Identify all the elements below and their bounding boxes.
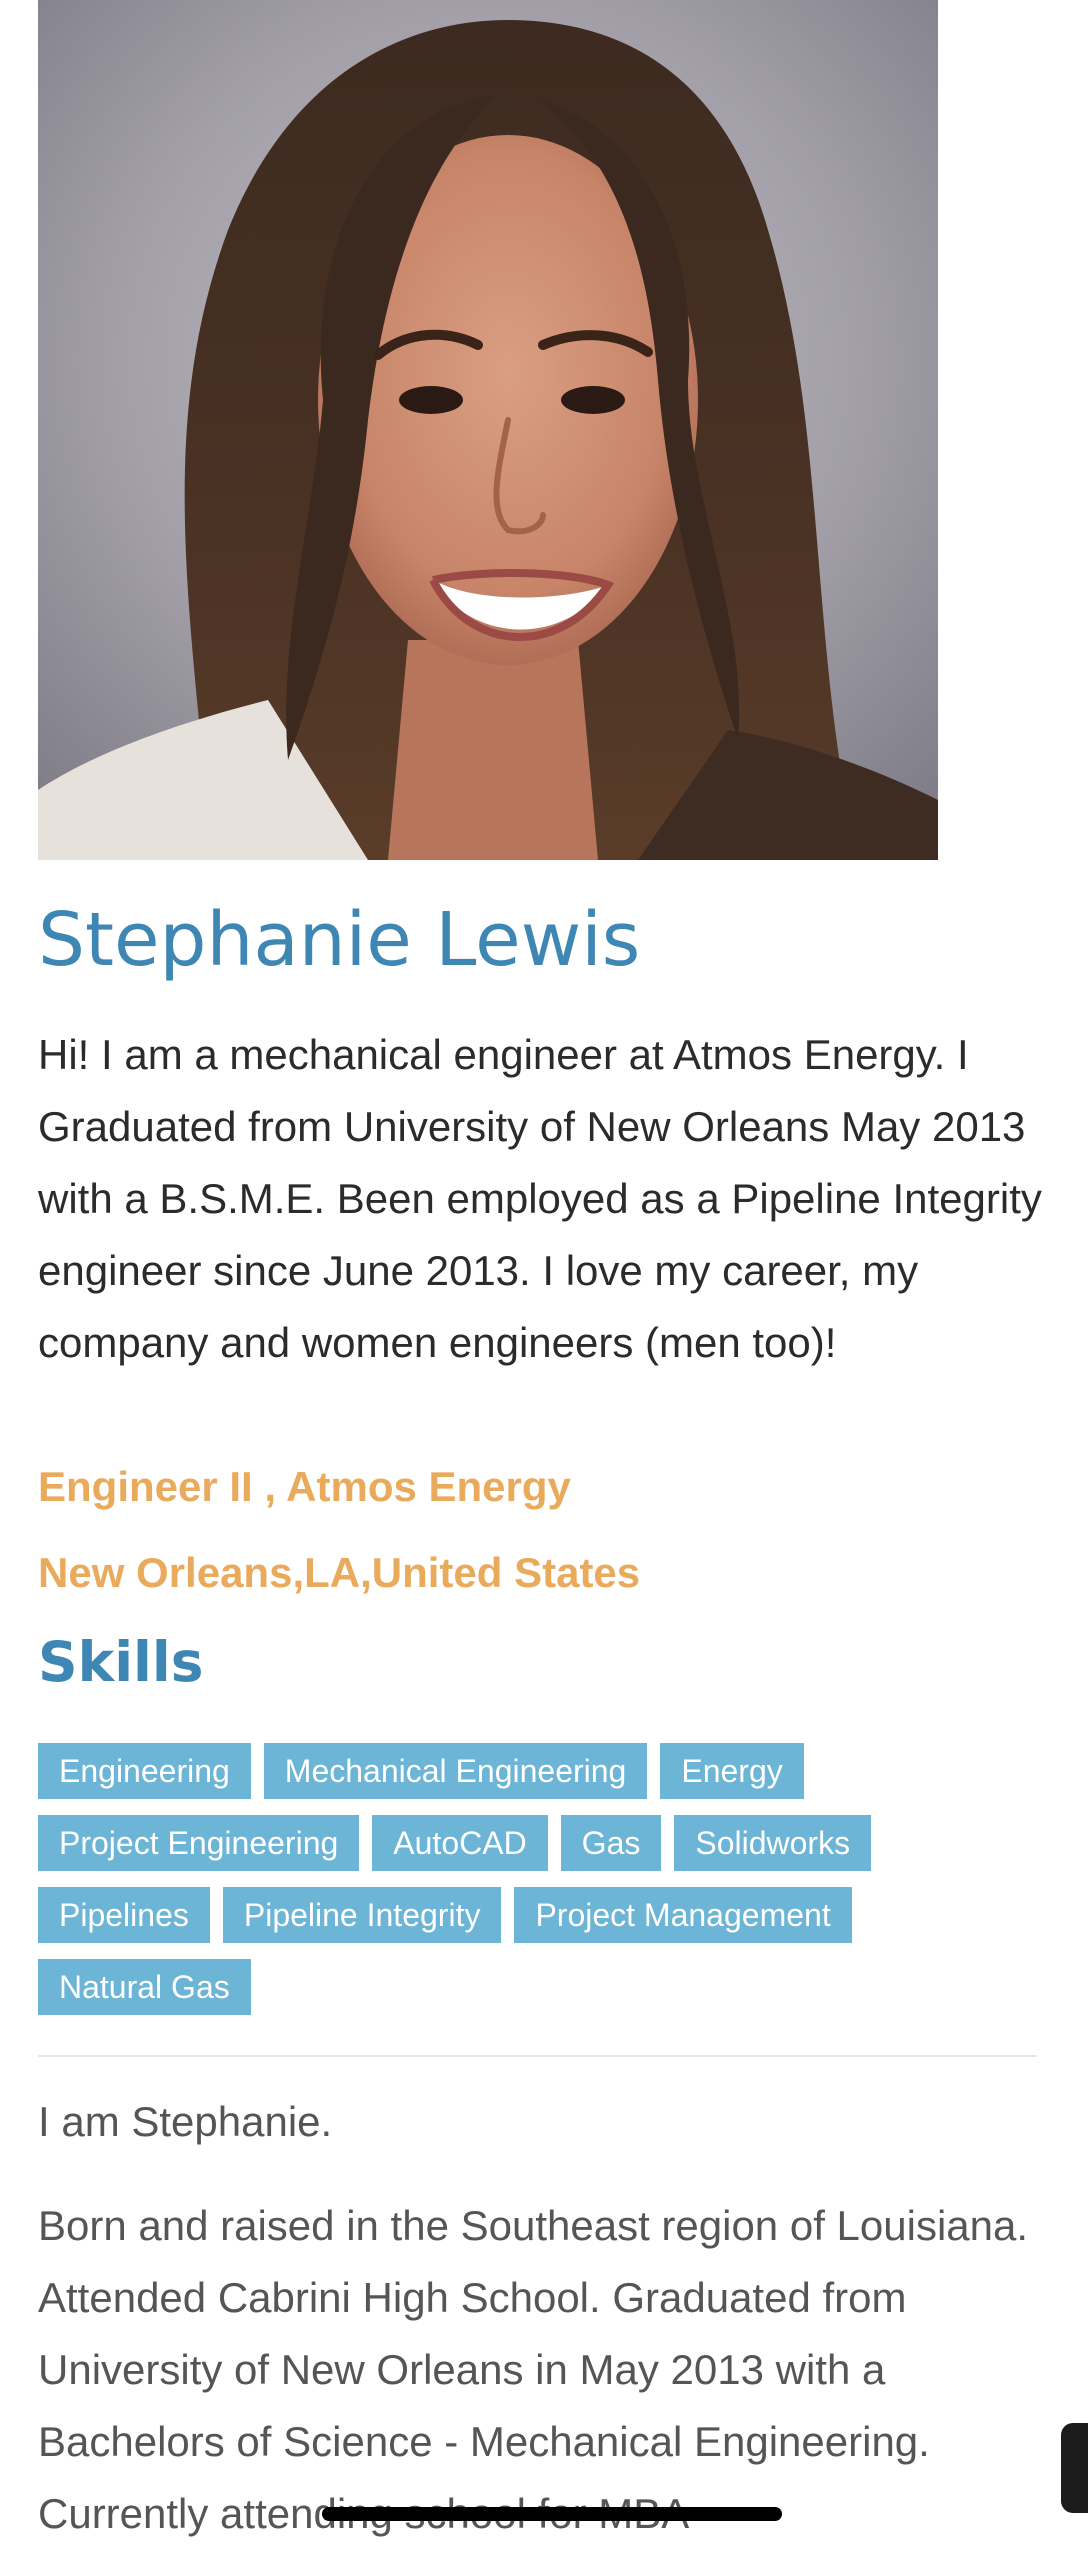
- skill-tag[interactable]: Mechanical Engineering: [263, 1743, 648, 1799]
- home-indicator[interactable]: [322, 2507, 782, 2521]
- skill-tag[interactable]: Natural Gas: [38, 1959, 251, 2015]
- skills-tag-list: Engineering Mechanical Engineering Energ…: [38, 1743, 1038, 2015]
- skill-tag[interactable]: AutoCAD: [372, 1815, 548, 1871]
- skill-tag[interactable]: Energy: [660, 1743, 804, 1799]
- skills-heading: Skills: [38, 1630, 204, 1694]
- skill-tag[interactable]: Project Management: [514, 1887, 852, 1943]
- skill-tag[interactable]: Project Engineering: [38, 1815, 360, 1871]
- about-intro: I am Stephanie.: [38, 2098, 333, 2145]
- location: New Orleans,LA,United States: [38, 1549, 641, 1596]
- profile-name: Stephanie Lewis: [38, 897, 641, 983]
- about-story: Born and raised in the Southeast region …: [38, 2202, 1029, 2537]
- skill-tag[interactable]: Pipelines: [38, 1887, 210, 1943]
- skill-tag[interactable]: Gas: [560, 1815, 662, 1871]
- skill-tag[interactable]: Pipeline Integrity: [222, 1887, 502, 1943]
- profile-photo: [38, 0, 938, 860]
- profile-photo-illustration: [38, 0, 938, 860]
- skill-tag[interactable]: Solidworks: [674, 1815, 872, 1871]
- scroll-thumb[interactable]: [1061, 2423, 1088, 2513]
- profile-bio: Hi! I am a mechanical engineer at Atmos …: [38, 1031, 1042, 1366]
- section-divider: [38, 2055, 1037, 2057]
- skill-tag[interactable]: Engineering: [38, 1743, 251, 1799]
- job-title: Engineer II , Atmos Energy: [38, 1463, 571, 1510]
